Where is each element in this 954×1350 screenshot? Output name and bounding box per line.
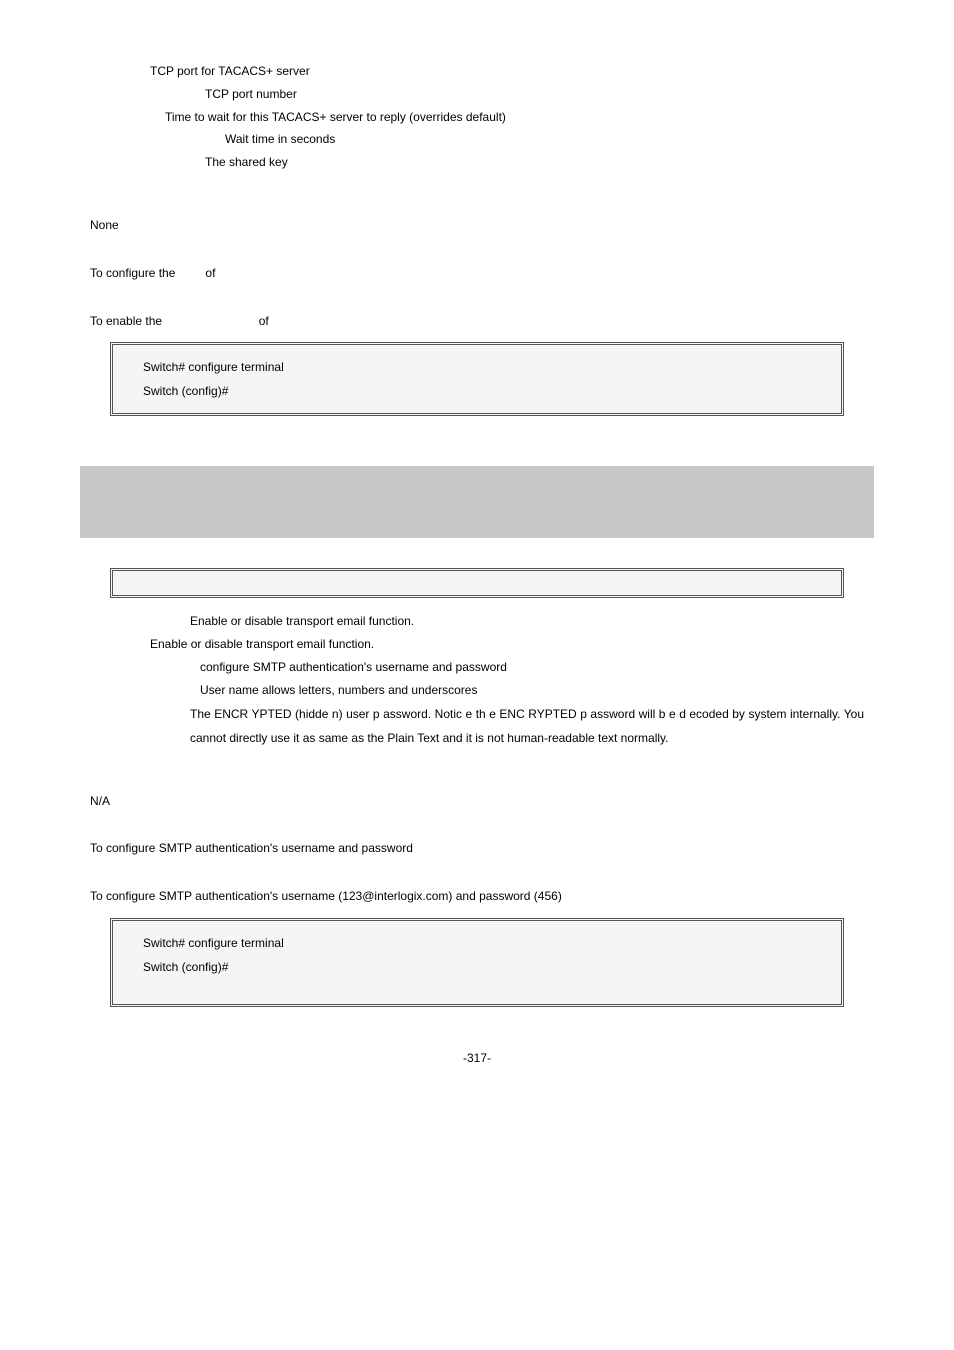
code2-line-2: Switch (config)# <box>143 955 811 979</box>
desc-line-2: Enable or disable transport email functi… <box>150 633 864 656</box>
desc-line-1: Enable or disable transport email functi… <box>190 610 864 633</box>
code-line-1: Switch# configure terminal <box>143 355 811 379</box>
auth-desc: configure SMTP authentication's username… <box>200 656 864 679</box>
default-value: None <box>90 214 864 237</box>
param-timeout-desc: Wait time in seconds <box>225 128 864 151</box>
example-mid: of <box>259 314 269 328</box>
page-number: -317- <box>90 1047 864 1070</box>
user-desc: User name allows letters, numbers and un… <box>200 679 864 702</box>
param-port-desc: TCP port number <box>205 83 864 106</box>
code2-line-1: Switch# configure terminal <box>143 931 811 955</box>
example-intro: To enable the <box>90 314 162 328</box>
section-banner <box>80 466 874 538</box>
password-desc: The ENCR YPTED (hidde n) user p assword.… <box>190 702 864 750</box>
param-timeout-label: Time to wait for this TACACS+ server to … <box>165 106 864 129</box>
usage-guide-2: To configure SMTP authentication's usern… <box>90 837 864 860</box>
code-block-2: Switch# configure terminal Switch (confi… <box>110 918 844 1007</box>
param-port-label: TCP port for TACACS+ server <box>150 60 864 83</box>
usage-mid: of <box>205 266 215 280</box>
syntax-box <box>110 568 844 598</box>
default-value-2: N/A <box>90 790 864 813</box>
code-line-2: Switch (config)# <box>143 379 811 403</box>
param-key-desc: The shared key <box>205 151 864 174</box>
usage-guide-text: To configure the of <box>90 262 864 285</box>
usage-intro: To configure the <box>90 266 175 280</box>
example-text-2: To configure SMTP authentication's usern… <box>90 885 864 908</box>
code-block-1: Switch# configure terminal Switch (confi… <box>110 342 844 416</box>
example-text: To enable the of <box>90 310 864 333</box>
